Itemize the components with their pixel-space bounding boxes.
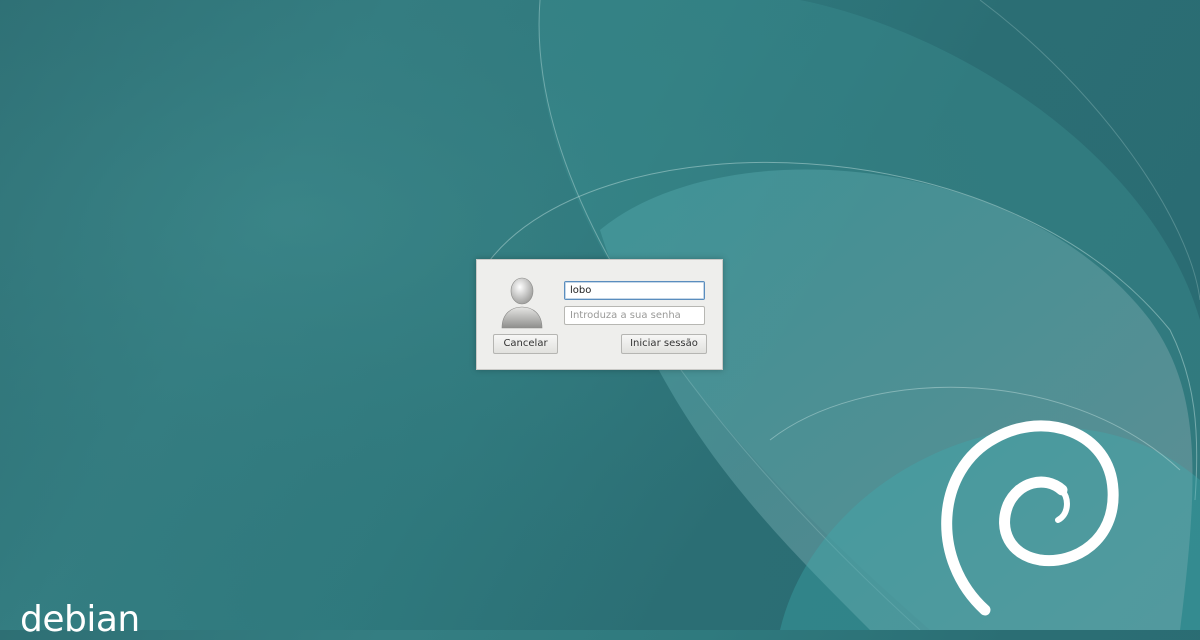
username-field[interactable]: lobo: [564, 281, 705, 300]
login-button[interactable]: Iniciar sessão: [621, 334, 707, 354]
login-dialog: lobo Introduza a sua senha Cancelar Inic…: [476, 259, 723, 370]
cancel-button[interactable]: Cancelar: [493, 334, 558, 354]
user-avatar-icon: [501, 277, 543, 329]
password-field[interactable]: Introduza a sua senha: [564, 306, 705, 325]
debian-wordmark: debian: [20, 599, 140, 640]
